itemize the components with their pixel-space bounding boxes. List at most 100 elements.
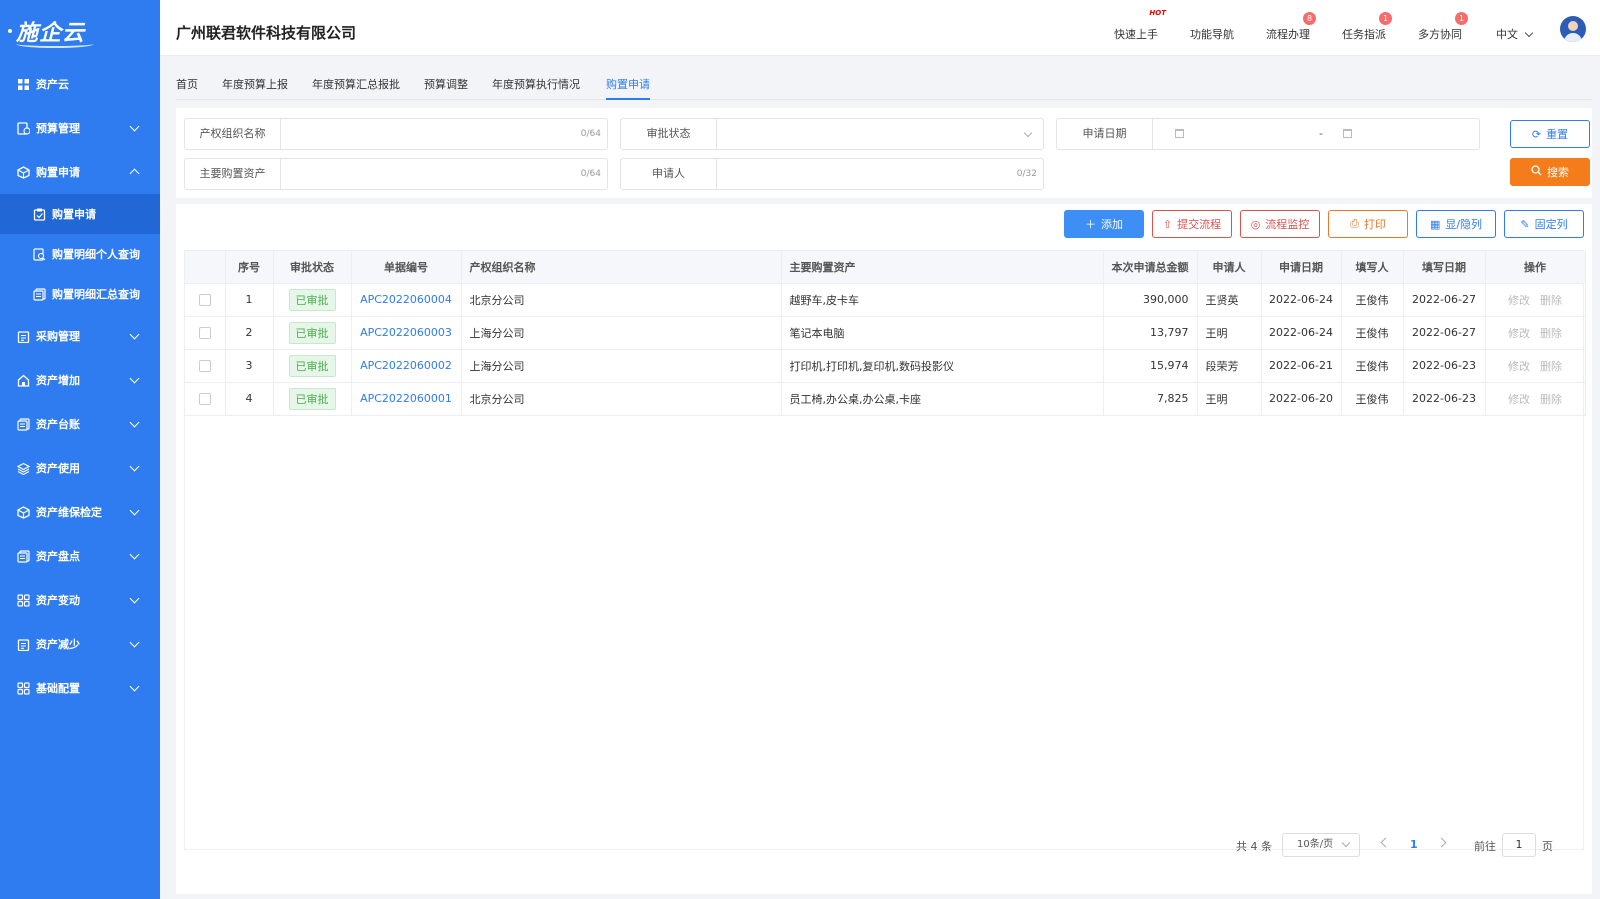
total-amount: 390,000 [1103,283,1198,317]
header-link-function-nav[interactable]: 功能导航 [1190,26,1234,42]
tab-home[interactable]: 首页 [176,76,198,100]
header-cell[interactable]: 审批状态 [273,251,352,284]
toggle-columns-button[interactable]: ▦ 显/隐列 [1416,210,1496,238]
sidebar-subitem-summary-query[interactable]: 购置明细汇总查询 [0,274,160,314]
row-checkbox[interactable] [198,327,211,339]
search-button[interactable]: 搜索 [1510,158,1590,186]
current-page[interactable]: 1 [1410,838,1418,851]
document-code-link[interactable]: APC2022060002 [360,359,452,372]
sidebar-item-procurement[interactable]: 采购管理 [0,314,160,358]
grid-icon [16,77,30,91]
header-cell[interactable]: 填写人 [1341,251,1404,284]
org-name-field[interactable]: 产权组织名称 0/64 [184,118,608,150]
header-link-quick-start[interactable]: 快速上手 HOT [1114,9,1166,42]
chevron-down-icon [1341,838,1351,848]
delete-link[interactable]: 删除 [1540,393,1562,406]
workflow-monitor-button[interactable]: ◎ 流程监控 [1240,210,1320,238]
tab-budget-execution[interactable]: 年度预算执行情况 [492,76,580,100]
row-checkbox[interactable] [198,360,211,372]
submit-workflow-button[interactable]: ⇧ 提交流程 [1152,210,1232,238]
delete-link[interactable]: 删除 [1540,360,1562,373]
document-code-link[interactable]: APC2022060004 [360,293,452,306]
goto-page-input[interactable]: 1 [1502,833,1536,857]
apply-date: 2022-06-20 [1261,382,1342,416]
table-row[interactable]: 1 已审批 APC2022060004 北京分公司 越野车,皮卡车 390,00… [185,283,1586,317]
print-button[interactable]: ⎙ 打印 [1328,210,1408,238]
delete-link[interactable]: 删除 [1540,327,1562,340]
header-link-label: 流程办理 [1266,28,1310,41]
sidebar-item-asset-reduce[interactable]: 资产减少 [0,622,160,666]
tab-bar: 首页 年度预算上报 年度预算汇总报批 预算调整 年度预算执行情况 购置申请 [176,70,1592,100]
sidebar-item-asset-add[interactable]: 资产增加 [0,358,160,402]
header-cell[interactable]: 主要购置资产 [781,251,1104,284]
field-label: 产权组织名称 [185,119,281,149]
status-badge: 已审批 [288,387,336,410]
language-select[interactable]: 中文 [1496,26,1534,42]
chevron-down-icon [129,505,140,516]
field-label: 主要购置资产 [185,159,281,189]
search-icon [1531,165,1542,179]
checklist-icon [32,207,46,221]
main-asset-field[interactable]: 主要购置资产 0/64 [184,158,608,190]
header-cell[interactable]: 单据编号 [351,251,462,284]
avatar[interactable] [1560,16,1586,42]
edit-link[interactable]: 修改 [1508,360,1530,373]
header-cell[interactable]: 产权组织名称 [461,251,782,284]
sidebar-subitem-purchase-apply[interactable]: 购置申请 [0,194,160,234]
header-cell[interactable]: 填写日期 [1403,251,1486,284]
sidebar-item-asset-cloud[interactable]: 资产云 [0,62,160,106]
table-row[interactable]: 3 已审批 APC2022060002 上海分公司 打印机,打印机,复印机,数码… [185,349,1586,383]
document-code-link[interactable]: APC2022060001 [360,392,452,405]
tab-budget-adjust[interactable]: 预算调整 [424,76,468,100]
table-row[interactable]: 2 已审批 APC2022060003 上海分公司 笔记本电脑 13,797 王… [185,316,1586,350]
approval-status-select[interactable]: 审批状态 [620,118,1044,150]
tab-purchase-apply[interactable]: 购置申请 [606,76,650,100]
sidebar-subitem-label: 购置申请 [52,208,96,221]
header-link-task-assign[interactable]: 任务指派 1 [1342,12,1392,42]
sidebar-subitem-label: 购置明细个人查询 [52,248,140,261]
goto-suffix: 页 [1542,840,1553,853]
table-row[interactable]: 4 已审批 APC2022060001 北京分公司 员工椅,办公桌,办公桌,卡座… [185,382,1586,416]
sidebar-item-asset-change[interactable]: 资产变动 [0,578,160,622]
page-size-select[interactable]: 10条/页 [1282,833,1360,857]
sidebar-subitem-personal-query[interactable]: 购置明细个人查询 [0,234,160,274]
edit-link[interactable]: 修改 [1508,327,1530,340]
sidebar-item-asset-inventory[interactable]: 资产盘点 [0,534,160,578]
tab-annual-budget-summary[interactable]: 年度预算汇总报批 [312,76,400,100]
sidebar-item-base-config[interactable]: 基础配置 [0,666,160,710]
row-checkbox[interactable] [198,294,211,306]
header-cell[interactable]: 本次申请总金额 [1103,251,1198,284]
sidebar-item-budget[interactable]: 预算管理 [0,106,160,150]
row-number: 3 [225,349,274,383]
add-button[interactable]: ＋ 添加 [1064,210,1144,238]
fixed-columns-button[interactable]: ✎ 固定列 [1504,210,1584,238]
row-checkbox[interactable] [198,393,211,405]
header-cell[interactable]: 申请日期 [1261,251,1342,284]
filler: 王俊伟 [1341,349,1404,383]
sidebar-item-asset-maintenance[interactable]: 资产维保检定 [0,490,160,534]
char-count: 0/32 [1016,169,1037,179]
sidebar-item-asset-use[interactable]: 资产使用 [0,446,160,490]
sidebar-item-asset-ledger[interactable]: 资产台账 [0,402,160,446]
header-link-collaboration[interactable]: 多方协同 1 [1418,12,1468,42]
tab-annual-budget-report[interactable]: 年度预算上报 [222,76,288,100]
edit-link[interactable]: 修改 [1508,393,1530,406]
sidebar-item-purchase-apply[interactable]: 购置申请 [0,150,160,194]
header-cell[interactable]: 申请人 [1197,251,1262,284]
field-label: 申请人 [621,159,717,189]
header-link-workflow[interactable]: 流程办理 8 [1266,12,1316,42]
field-label: 审批状态 [621,119,717,149]
edit-link[interactable]: 修改 [1508,294,1530,307]
reset-button[interactable]: ⟳ 重置 [1510,120,1590,148]
box-icon [16,165,30,179]
applicant-field[interactable]: 申请人 0/32 [620,158,1044,190]
logo[interactable]: 施企云 [0,0,160,62]
apply-date-range[interactable]: 申请日期 - [1056,118,1480,150]
org-name: 上海分公司 [461,349,782,383]
delete-link[interactable]: 删除 [1540,294,1562,307]
document-code-link[interactable]: APC2022060003 [360,326,452,339]
org-name: 北京分公司 [461,283,782,317]
button-label: 重置 [1546,128,1569,141]
sidebar-item-label: 资产台账 [36,418,80,431]
sidebar-item-label: 资产云 [36,78,69,91]
